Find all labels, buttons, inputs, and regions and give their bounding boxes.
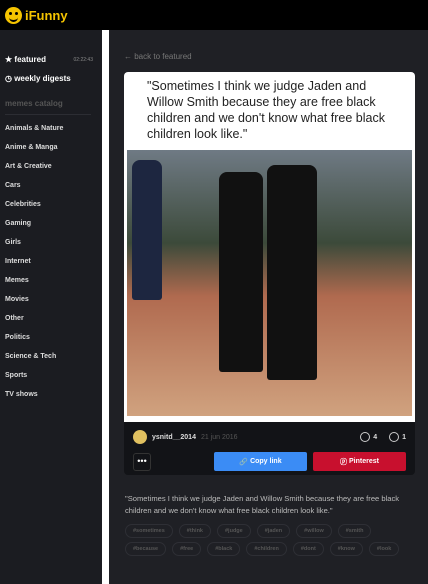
post-card: "Sometimes I think we judge Jaden and Wi…	[124, 72, 415, 475]
comments-button[interactable]: 1	[389, 432, 406, 442]
logo-icon[interactable]	[5, 6, 22, 24]
avatar[interactable]	[133, 430, 147, 444]
sidebar-category[interactable]: Celebrities	[5, 195, 97, 214]
sidebar: ★ featured 02:22:43 ◷ weekly digests mem…	[0, 30, 102, 584]
tag[interactable]: #willow	[296, 524, 332, 538]
tag[interactable]: #smith	[337, 524, 372, 538]
sidebar-category[interactable]: Politics	[5, 328, 97, 347]
sidebar-category[interactable]: Girls	[5, 233, 97, 252]
tag[interactable]: #sometimes	[125, 524, 173, 538]
meme-photo	[127, 150, 412, 416]
link-icon: 🔗	[239, 458, 251, 466]
meme-image[interactable]: "Sometimes I think we judge Jaden and Wi…	[124, 72, 415, 422]
top-bar: iFunny	[0, 0, 428, 30]
catalog-heading: memes catalog	[5, 99, 91, 115]
tag[interactable]: #black	[207, 542, 241, 556]
comment-icon	[389, 432, 400, 442]
sidebar-category[interactable]: Animals & Nature	[5, 119, 97, 138]
tag-list: #sometimes #think #judge #jaden #willow #smit…	[125, 524, 415, 556]
tag[interactable]: #know	[329, 542, 363, 556]
smile-icon	[360, 432, 371, 442]
sidebar-category[interactable]: Cars	[5, 176, 97, 195]
featured-timer: 02:22:43	[73, 56, 93, 63]
sidebar-category[interactable]: Sports	[5, 366, 97, 385]
comment-count: 1	[402, 433, 406, 441]
tag[interactable]: #free	[172, 542, 202, 556]
sidebar-category[interactable]: TV shows	[5, 385, 97, 404]
post-description: "Sometimes I think we judge Jaden and Wi…	[125, 494, 400, 515]
post-date: 21 jun 2016	[200, 433, 238, 441]
sidebar-category[interactable]: Other	[5, 309, 97, 328]
featured-label: featured	[14, 55, 46, 64]
weekly-label: weekly digests	[14, 74, 71, 83]
copy-link-label: Copy link	[250, 458, 282, 465]
logo-text[interactable]: iFunny	[25, 8, 68, 23]
tag[interactable]: #judge	[217, 524, 251, 538]
divider	[102, 30, 109, 584]
sidebar-category[interactable]: Science & Tech	[5, 347, 97, 366]
sidebar-item-weekly-digests[interactable]: ◷ weekly digests	[5, 69, 97, 88]
sidebar-item-featured[interactable]: ★ featured 02:22:43	[5, 50, 97, 69]
meme-quote: "Sometimes I think we judge Jaden and Wi…	[147, 79, 385, 141]
sidebar-category[interactable]: Internet	[5, 252, 97, 271]
pinterest-icon: ⓟ	[340, 458, 349, 466]
sidebar-category[interactable]: Anime & Manga	[5, 138, 97, 157]
pinterest-label: Pinterest	[348, 458, 379, 465]
more-options-button[interactable]: •••	[133, 452, 151, 471]
back-to-featured-link[interactable]: ← back to featured	[124, 52, 192, 61]
tag[interactable]: #dont	[292, 542, 324, 556]
copy-link-button[interactable]: 🔗 Copy link	[214, 452, 307, 471]
post-meta: ysnitd__2014 21 jun 2016 4 1	[124, 422, 415, 452]
tag[interactable]: #think	[178, 524, 211, 538]
tag[interactable]: #children	[246, 542, 287, 556]
username[interactable]: ysnitd__2014	[152, 434, 196, 441]
sidebar-category[interactable]: Gaming	[5, 214, 97, 233]
sidebar-category[interactable]: Art & Creative	[5, 157, 97, 176]
smile-count: 4	[373, 433, 378, 441]
smile-button[interactable]: 4	[360, 432, 377, 442]
sidebar-category[interactable]: Movies	[5, 290, 97, 309]
tag[interactable]: #look	[368, 542, 400, 556]
tag[interactable]: #jaden	[256, 524, 291, 538]
tag[interactable]: #because	[125, 542, 167, 556]
clock-icon: ◷	[5, 74, 15, 83]
pinterest-button[interactable]: ⓟ Pinterest	[313, 452, 406, 471]
star-icon: ★	[5, 55, 15, 64]
sidebar-category[interactable]: Memes	[5, 271, 97, 290]
